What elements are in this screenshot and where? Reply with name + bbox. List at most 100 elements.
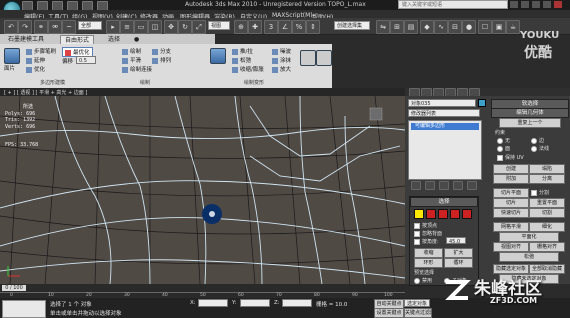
object-color-swatch[interactable] xyxy=(478,99,486,107)
named-selection-dropdown[interactable]: 创建选择集 xyxy=(334,21,370,30)
align-icon[interactable]: ⊞ xyxy=(390,20,404,34)
maximize-icon[interactable] xyxy=(543,1,551,8)
pivot-icon[interactable]: ⊕ xyxy=(234,20,248,34)
bind-space-warp-icon[interactable]: ~ xyxy=(62,20,76,34)
quick-render-icon[interactable]: ☕ xyxy=(506,20,520,34)
quickslice-button[interactable]: 快速切片 xyxy=(493,208,529,218)
collapse-button[interactable]: 塌陷 xyxy=(529,164,565,174)
arrange-button[interactable]: 排列 xyxy=(152,56,171,64)
search-input[interactable]: 键入关键字或短语 xyxy=(398,0,508,9)
rect-selection-icon[interactable]: ▭ xyxy=(134,20,148,34)
pin-stack-icon[interactable] xyxy=(411,181,421,190)
tab-graphite-modeling[interactable]: 石墨建模工具 xyxy=(4,35,48,44)
branch-button[interactable]: 分支 xyxy=(152,47,171,55)
angle-input[interactable]: 45.0 xyxy=(446,237,466,244)
tab-options[interactable]: ● xyxy=(130,35,143,44)
ring-button[interactable]: 环形 xyxy=(414,258,443,268)
polydraw-icon[interactable] xyxy=(4,48,20,64)
split-checkbox[interactable]: 分割 xyxy=(531,189,549,196)
constraint-edge-radio[interactable]: 边 xyxy=(531,137,544,144)
detach-button[interactable]: 分离 xyxy=(529,174,565,184)
material-editor-icon[interactable]: ● xyxy=(462,20,476,34)
tessellate-button[interactable]: 细化 xyxy=(529,222,565,232)
preserve-uvs-checkbox[interactable]: 保持 UV xyxy=(497,154,524,161)
render-setup-icon[interactable]: ☐ xyxy=(478,20,492,34)
viewport-perspective[interactable] xyxy=(0,96,405,284)
by-vertex-checkbox[interactable]: 按顶点 xyxy=(414,222,437,229)
paint-button[interactable]: 绘制 xyxy=(122,47,141,55)
relax-button[interactable]: 松弛 xyxy=(499,252,559,262)
close-icon[interactable] xyxy=(554,1,562,8)
noise-button[interactable]: 噪波 xyxy=(272,47,291,55)
show-end-result-icon[interactable] xyxy=(425,181,435,190)
tab-selection[interactable]: 选择 xyxy=(104,35,124,44)
constraint-normal-radio[interactable]: 法线 xyxy=(531,145,549,152)
percent-snap-icon[interactable]: % xyxy=(292,20,306,34)
move-icon[interactable]: ✥ xyxy=(164,20,178,34)
snap-icon[interactable]: 3 xyxy=(264,20,278,34)
relax-deform-button[interactable]: 松弛 xyxy=(232,56,251,64)
make-planar-button[interactable]: 平面化 xyxy=(499,232,559,242)
object-name-field[interactable]: 对象035 xyxy=(408,99,476,107)
meshsmooth-button[interactable]: 网格平滑 xyxy=(493,222,529,232)
schematic-view-icon[interactable]: ⊟ xyxy=(448,20,462,34)
coord-z-field[interactable] xyxy=(282,299,312,307)
by-angle-checkbox[interactable]: 按角度: xyxy=(414,238,439,245)
coord-x-field[interactable] xyxy=(198,299,228,307)
paint-smooth-button[interactable]: 平滑 xyxy=(122,56,141,64)
selected-obj-dropdown[interactable]: 选定对象 xyxy=(404,299,430,307)
reference-coord-dropdown[interactable]: 视图 xyxy=(208,21,230,30)
spinner-snap-icon[interactable]: ⇕ xyxy=(306,20,320,34)
view-align-button[interactable]: 视图对齐 xyxy=(493,242,529,252)
polygon-mode-icon[interactable] xyxy=(450,209,460,219)
maxscript-listener[interactable] xyxy=(2,300,46,318)
make-unique-icon[interactable] xyxy=(439,181,449,190)
curve-editor-icon[interactable]: ∿ xyxy=(434,20,448,34)
timeline[interactable]: 0 / 100 0 10 20 30 40 50 60 70 80 90 100 xyxy=(0,284,405,298)
element-mode-icon[interactable] xyxy=(462,209,472,219)
create-button[interactable]: 创建 xyxy=(493,164,529,174)
configure-sets-icon[interactable] xyxy=(467,181,477,190)
border-mode-icon[interactable] xyxy=(438,209,448,219)
undo-brush-icon[interactable] xyxy=(300,50,316,66)
amplify-button[interactable]: 放大 xyxy=(272,65,291,73)
pinch-spread-button[interactable]: 收缩/膨胀 xyxy=(232,65,264,73)
help-icon[interactable] xyxy=(510,1,518,8)
grid-align-button[interactable]: 栅格对齐 xyxy=(529,242,565,252)
coord-y-field[interactable] xyxy=(240,299,270,307)
attach-button[interactable]: 附加 xyxy=(493,174,529,184)
layer-icon[interactable]: ▤ xyxy=(404,20,418,34)
rotate-icon[interactable]: ↻ xyxy=(178,20,192,34)
edge-mode-icon[interactable] xyxy=(426,209,436,219)
slice-button[interactable]: 切片 xyxy=(493,198,529,208)
selection-filter-dropdown[interactable]: 全部 xyxy=(78,21,102,30)
optimize-button[interactable]: 优化 xyxy=(26,65,45,73)
graphite-toggle-icon[interactable]: ◆ xyxy=(420,20,434,34)
preview-off-radio[interactable]: 禁用 xyxy=(414,277,432,284)
select-by-name-icon[interactable]: ≡ xyxy=(120,20,134,34)
vertex-mode-icon[interactable] xyxy=(414,209,424,219)
key-filters-button[interactable]: 关键点过滤器... xyxy=(404,308,432,318)
undo-icon[interactable]: ↶ xyxy=(4,20,18,34)
mirror-icon[interactable]: ⇋ xyxy=(376,20,390,34)
edit-geometry-rollout-header[interactable]: 编辑几何体 xyxy=(491,108,569,118)
offset-input[interactable]: 0.5 xyxy=(76,56,96,64)
angle-snap-icon[interactable]: ∠ xyxy=(278,20,292,34)
grow-button[interactable]: 扩大 xyxy=(444,248,473,258)
cut-button[interactable]: 切割 xyxy=(529,208,565,218)
extend-button[interactable]: 延伸 xyxy=(26,56,45,64)
modifier-list-dropdown[interactable]: 修改器列表 xyxy=(408,109,480,117)
time-slider[interactable]: 0 / 100 xyxy=(2,285,26,291)
window-crossing-icon[interactable]: ◫ xyxy=(148,20,162,34)
ignore-backfacing-checkbox[interactable]: 忽略背面 xyxy=(414,230,442,237)
link-icon[interactable]: ⚭ xyxy=(34,20,48,34)
hide-selected-button[interactable]: 隐藏选定对象 xyxy=(493,264,529,274)
scale-icon[interactable]: ⤢ xyxy=(192,20,206,34)
paint-connect-button[interactable]: 绘制连接 xyxy=(122,65,152,73)
star-icon[interactable] xyxy=(521,1,529,8)
stack-item-editable-poly[interactable]: 可编辑多边形 xyxy=(411,123,479,130)
select-object-icon[interactable]: ▸ xyxy=(106,20,120,34)
minimize-icon[interactable] xyxy=(532,1,540,8)
repeat-last-button[interactable]: 重复上一个 xyxy=(499,118,561,128)
shift-brush-icon[interactable] xyxy=(210,48,226,64)
